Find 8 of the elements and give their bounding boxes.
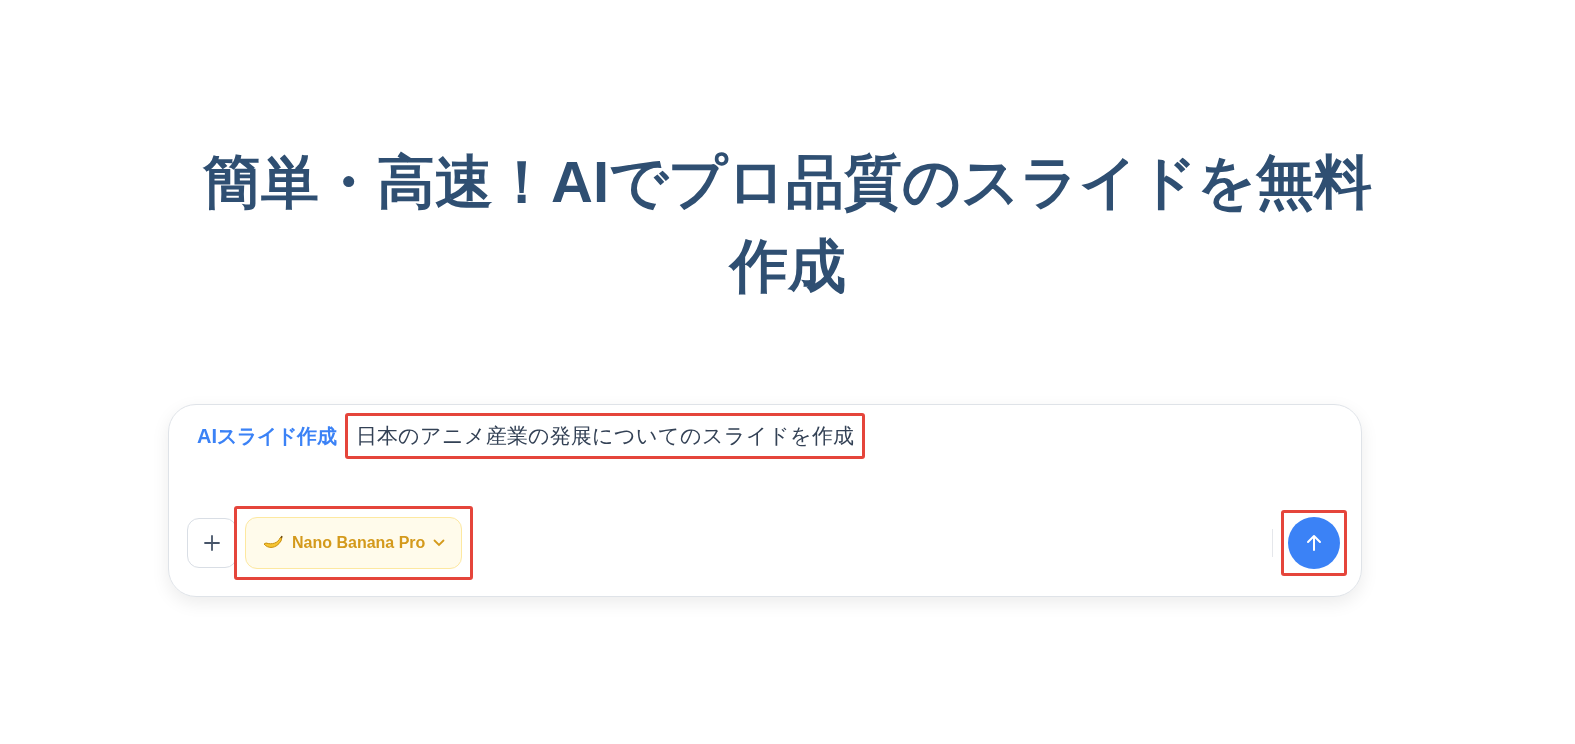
prompt-field[interactable]: 日本のアニメ産業の発展についてのスライドを作成 [348, 416, 862, 456]
composer-label: AIスライド作成 [197, 423, 337, 449]
add-button[interactable] [187, 518, 237, 569]
chevron-down-icon [433, 539, 446, 548]
plus-icon [203, 534, 221, 553]
page-heading: 簡単・高速！AIでプロ品質のスライドを無料作成 [202, 148, 1373, 301]
arrow-up-icon [1306, 534, 1322, 553]
send-button[interactable] [1288, 517, 1340, 570]
